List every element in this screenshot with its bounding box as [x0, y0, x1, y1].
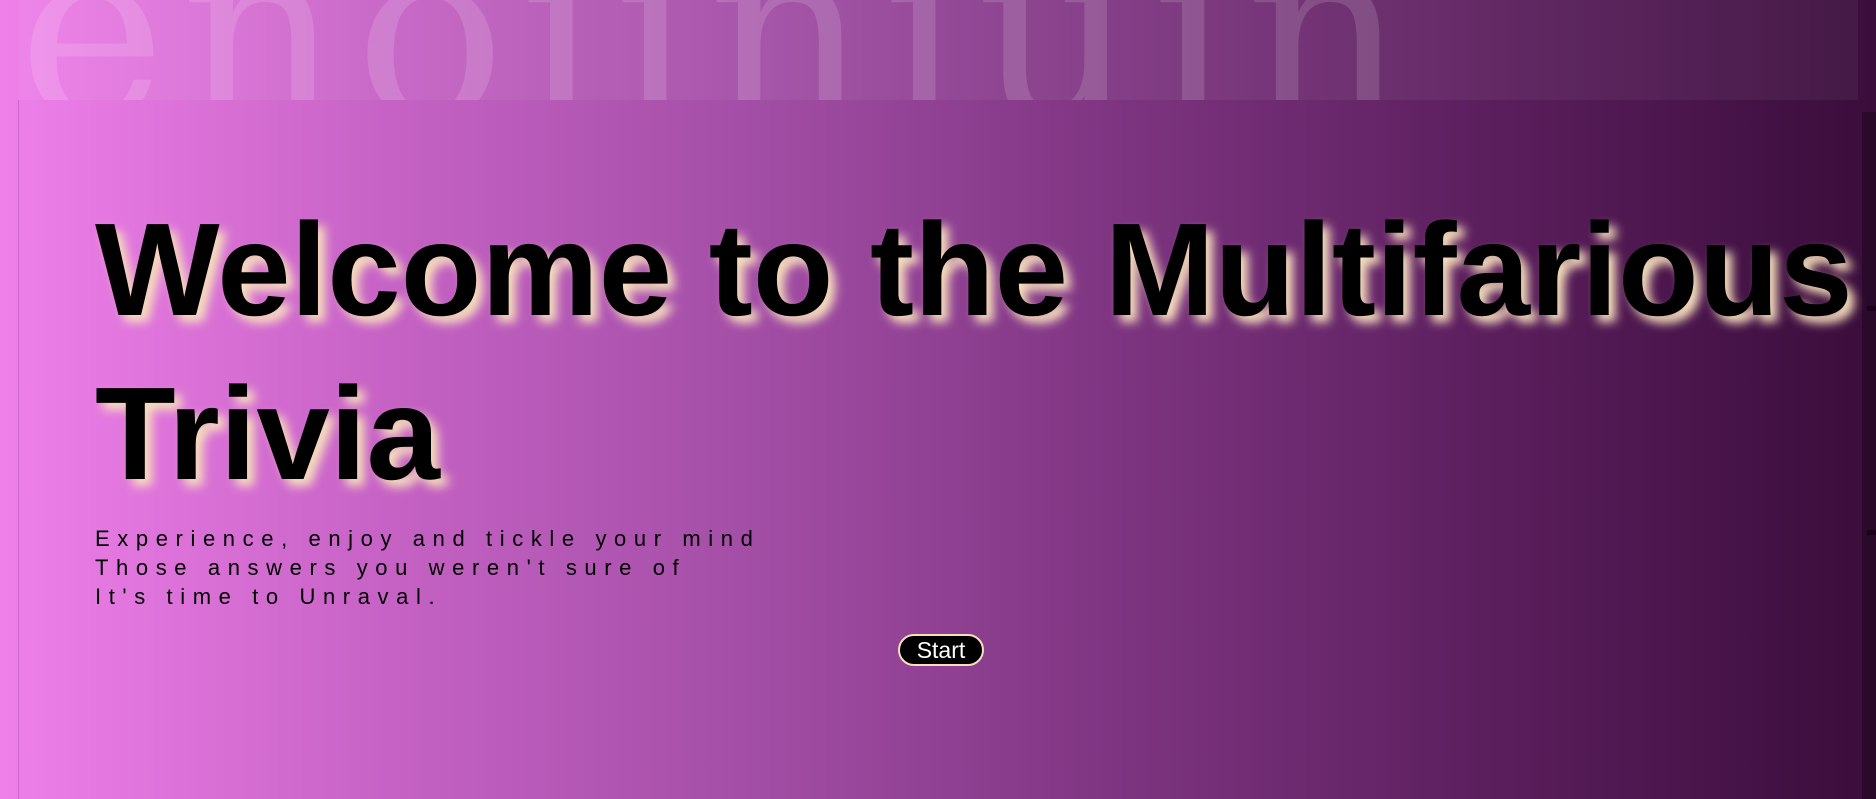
right-edge-mark	[1867, 530, 1876, 535]
right-edge-panel	[1862, 112, 1876, 799]
subtitle-line: Those answers you weren't sure of	[95, 555, 687, 580]
hero-section: Welcome to the Multifarious Trivia	[95, 188, 1855, 516]
page-title: Welcome to the Multifarious Trivia	[95, 196, 1853, 507]
decorative-background-word: enoiiniuin	[18, 0, 1420, 100]
subtitle-line: Experience, enjoy and tickle your mind	[95, 526, 761, 551]
right-edge-mark	[1867, 306, 1876, 311]
start-button[interactable]: Start	[898, 634, 984, 666]
left-divider	[18, 100, 19, 799]
subtitle-line: It's time to Unraval.	[95, 584, 443, 609]
decorative-background-band: enoiiniuin	[0, 0, 1876, 100]
subtitle-block: Experience, enjoy and tickle your mind T…	[95, 524, 760, 611]
decorative-top-strip	[18, 0, 1858, 100]
